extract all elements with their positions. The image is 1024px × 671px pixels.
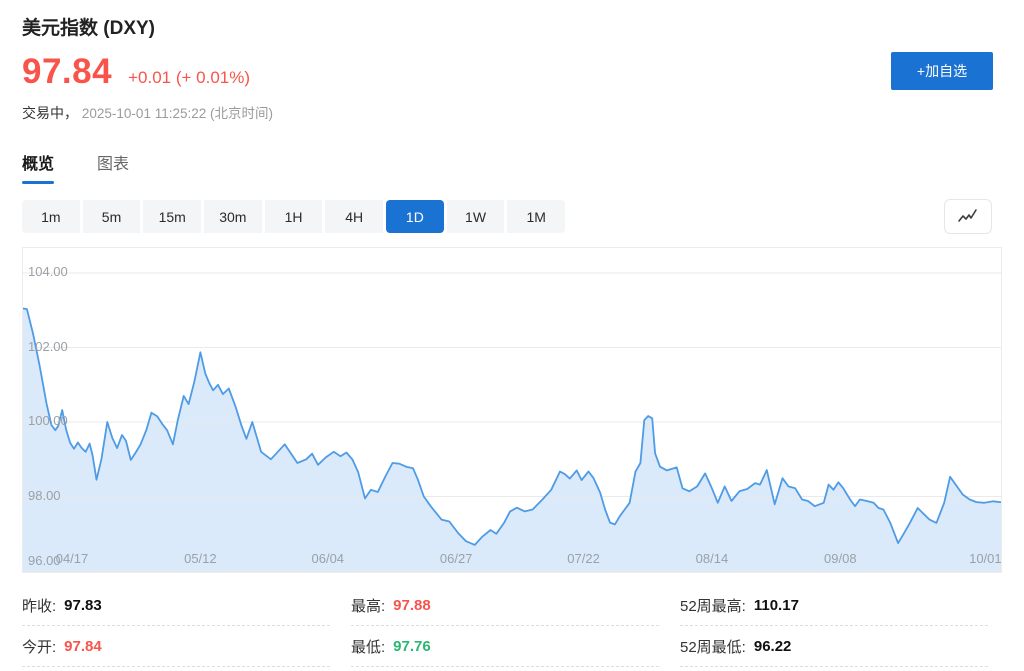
tab-概览[interactable]: 概览 — [22, 150, 54, 184]
trading-status: 交易中， — [22, 105, 78, 121]
timeframe-button-1D[interactable]: 1D — [386, 200, 444, 233]
stat-value: 97.76 — [393, 638, 431, 655]
timeframe-button-1H[interactable]: 1H — [265, 200, 323, 233]
quote-stats: 昨收: 97.83 最高: 97.88 52周最高: 110.17 今开: 97.84 最低: 9… — [22, 585, 1002, 667]
stat-label: 最高: — [351, 595, 385, 616]
stat-cell: 52周最高: 110.17 — [680, 585, 988, 626]
stat-label: 52周最高: — [680, 595, 746, 616]
quote-timestamp: 2025-10-01 11:25:22 — [82, 106, 206, 121]
timeframe-button-4H[interactable]: 4H — [325, 200, 383, 233]
page-title: 美元指数 (DXY) — [22, 13, 155, 40]
current-price: 97.84 — [22, 52, 112, 92]
timeframe-button-1m[interactable]: 1m — [22, 200, 80, 233]
stat-label: 今开: — [22, 636, 56, 657]
tab-图表[interactable]: 图表 — [97, 150, 129, 184]
stat-value: 97.84 — [64, 638, 102, 655]
price-change: +0.01 (+ 0.01%) — [128, 68, 250, 88]
stat-label: 昨收: — [22, 595, 56, 616]
stat-value: 97.83 — [64, 597, 102, 614]
timeframe-button-30m[interactable]: 30m — [204, 200, 262, 233]
stat-cell: 最低: 97.76 — [351, 626, 659, 667]
quote-timezone: (北京时间) — [210, 106, 273, 121]
stat-label: 52周最低: — [680, 636, 746, 657]
tab-bar: 概览 图表 — [22, 150, 129, 184]
timeframe-toolbar: 1m5m15m30m1H4H1D1W1M — [22, 200, 565, 233]
timeframe-button-15m[interactable]: 15m — [143, 200, 201, 233]
stat-value: 96.22 — [754, 638, 792, 655]
stat-value: 110.17 — [754, 597, 799, 614]
chart-style-button[interactable] — [944, 199, 992, 234]
timeframe-button-5m[interactable]: 5m — [83, 200, 141, 233]
stat-cell: 今开: 97.84 — [22, 626, 330, 667]
price-chart[interactable]: 104.00102.00100.0098.0096.00 04/1705/120… — [22, 247, 1002, 573]
line-chart-icon — [957, 208, 979, 226]
timeframe-button-1W[interactable]: 1W — [447, 200, 505, 233]
stat-cell: 最高: 97.88 — [351, 585, 659, 626]
trading-status-row: 交易中， 2025-10-01 11:25:22 (北京时间) — [22, 102, 273, 123]
stat-cell: 52周最低: 96.22 — [680, 626, 988, 667]
stat-label: 最低: — [351, 636, 385, 657]
add-watchlist-button[interactable]: +加自选 — [891, 52, 993, 90]
stat-cell: 昨收: 97.83 — [22, 585, 330, 626]
timeframe-button-1M[interactable]: 1M — [507, 200, 565, 233]
stat-value: 97.88 — [393, 597, 431, 614]
price-row: 97.84 +0.01 (+ 0.01%) — [22, 52, 250, 92]
quote-page: 美元指数 (DXY) 97.84 +0.01 (+ 0.01%) 交易中， 20… — [0, 0, 1024, 671]
area-chart-canvas — [23, 248, 1002, 573]
